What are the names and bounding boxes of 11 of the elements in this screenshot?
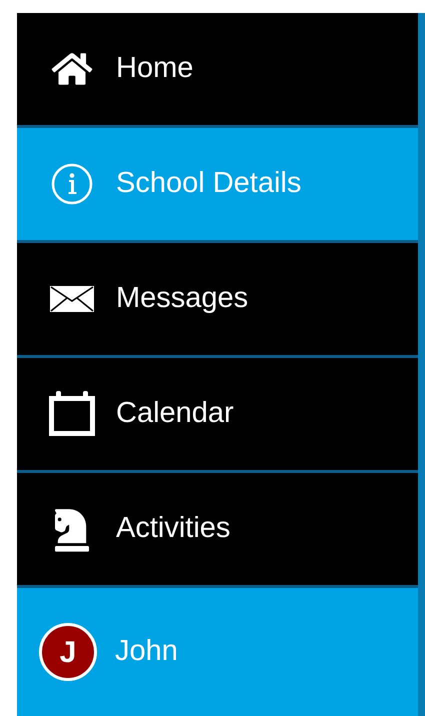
- nav-item[interactable]: Activities: [17, 473, 418, 585]
- avatar: J: [39, 623, 97, 681]
- nav-item[interactable]: Home: [17, 13, 418, 125]
- user-name: John: [115, 634, 178, 670]
- user-profile-item[interactable]: J John: [17, 588, 418, 716]
- info-icon: [51, 163, 93, 205]
- envelope-icon: [50, 286, 94, 312]
- nav-item[interactable]: Messages: [17, 243, 418, 355]
- nav-item[interactable]: Calendar: [17, 358, 418, 470]
- calendar-icon: [47, 390, 97, 438]
- home-icon: [51, 51, 93, 87]
